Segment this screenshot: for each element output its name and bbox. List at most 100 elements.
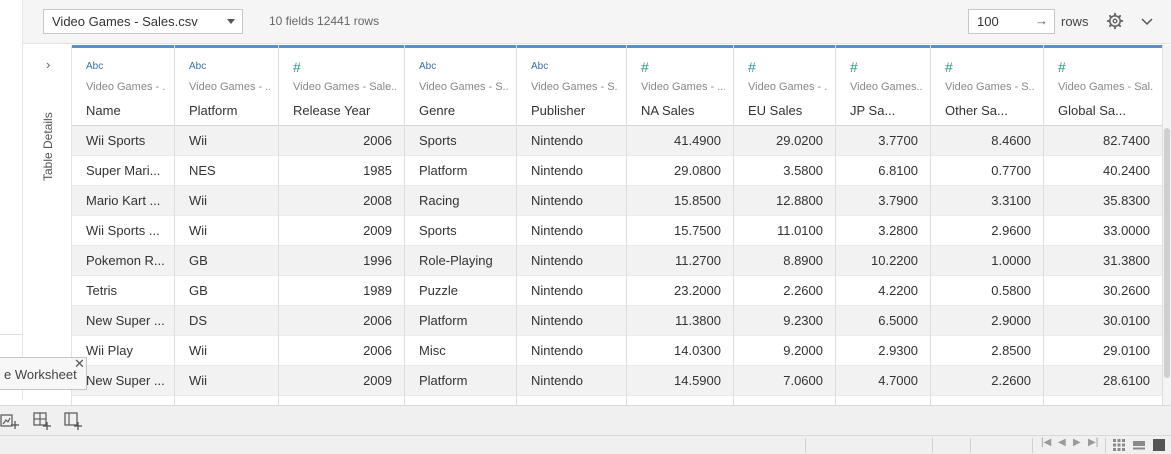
new-worksheet-icon[interactable]	[0, 411, 20, 431]
column-name[interactable]: Platform	[189, 103, 270, 118]
table-cell[interactable]: 2009	[279, 366, 404, 396]
column-header[interactable]: Abc Video Games - S... Publisher	[517, 48, 626, 126]
table-cell[interactable]: Puzzle	[405, 276, 516, 306]
prev-page-icon[interactable]: ◀	[1058, 437, 1066, 448]
table-cell[interactable]: Pokemon R...	[72, 246, 174, 276]
table-cell[interactable]: Nintendo	[517, 186, 626, 216]
table-cell[interactable]: Racing	[405, 186, 516, 216]
table-cell[interactable]: NES	[175, 156, 278, 186]
table-cell[interactable]: 2.2600	[734, 276, 835, 306]
string-type-icon[interactable]: Abc	[419, 61, 436, 72]
table-cell[interactable]: 14.0300	[627, 336, 733, 366]
scrollbar-thumb[interactable]	[1164, 128, 1170, 378]
table-cell[interactable]: 11.3800	[627, 306, 733, 336]
last-page-icon[interactable]: ▶|	[1088, 437, 1098, 448]
table-cell[interactable]: 2009	[279, 216, 404, 246]
column-name[interactable]: Release Year	[293, 103, 396, 118]
table-cell[interactable]: 40.2400	[1044, 156, 1162, 186]
table-cell[interactable]: 1989	[279, 276, 404, 306]
table-cell[interactable]: 15.8500	[627, 186, 733, 216]
table-cell[interactable]: 3.7700	[836, 126, 930, 156]
table-cell[interactable]: 14.5900	[627, 366, 733, 396]
table-cell[interactable]: 12.8800	[734, 186, 835, 216]
table-cell[interactable]: 4.2200	[836, 276, 930, 306]
rows-count-input[interactable]: 100 →	[968, 9, 1055, 34]
chevron-right-icon[interactable]: ›	[46, 57, 50, 72]
table-cell[interactable]: Wii	[175, 186, 278, 216]
table-cell[interactable]: Nintendo	[517, 246, 626, 276]
grid-view-icon[interactable]	[1113, 439, 1125, 451]
column-header[interactable]: Abc Video Games - ... Platform	[175, 48, 278, 126]
table-cell[interactable]: 28.6100	[1044, 366, 1162, 396]
table-cell[interactable]: 0.5800	[931, 276, 1043, 306]
column-name[interactable]: EU Sales	[748, 103, 827, 118]
table-cell[interactable]: 35.8300	[1044, 186, 1162, 216]
table-cell[interactable]: 8.4600	[931, 126, 1043, 156]
column-header[interactable]: # Video Games - S... Other Sa...	[931, 48, 1043, 126]
number-type-icon[interactable]: #	[293, 59, 301, 75]
table-cell[interactable]: Tetris	[72, 276, 174, 306]
table-cell[interactable]: Wii Sports	[72, 126, 174, 156]
table-cell[interactable]: Nintendo	[517, 156, 626, 186]
table-cell[interactable]: 30.0100	[1044, 306, 1162, 336]
table-cell[interactable]: Mario Kart ...	[72, 186, 174, 216]
table-cell[interactable]: Sports	[405, 126, 516, 156]
table-cell[interactable]: 30.2600	[1044, 276, 1162, 306]
table-cell[interactable]: New Super ...	[72, 306, 174, 336]
table-cell[interactable]: 2.2600	[931, 366, 1043, 396]
column-name[interactable]: NA Sales	[641, 103, 725, 118]
table-cell[interactable]: GB	[175, 246, 278, 276]
table-cell[interactable]: 29.0800	[627, 156, 733, 186]
table-cell[interactable]: Wii	[175, 336, 278, 366]
table-cell[interactable]: 29.0100	[1044, 336, 1162, 366]
table-cell[interactable]: 6.5000	[836, 306, 930, 336]
number-type-icon[interactable]: #	[748, 59, 756, 75]
filmstrip-view-icon[interactable]	[1133, 439, 1145, 451]
string-type-icon[interactable]: Abc	[189, 61, 206, 72]
table-cell[interactable]: 3.2800	[836, 216, 930, 246]
number-type-icon[interactable]: #	[641, 59, 649, 75]
table-cell[interactable]: Nintendo	[517, 306, 626, 336]
table-cell[interactable]: 2.9300	[836, 336, 930, 366]
vertical-scrollbar[interactable]	[1163, 45, 1171, 405]
table-cell[interactable]: Nintendo	[517, 336, 626, 366]
table-cell[interactable]: 9.2000	[734, 336, 835, 366]
table-cell[interactable]: 23.2000	[627, 276, 733, 306]
table-cell[interactable]: 82.7400	[1044, 126, 1162, 156]
table-cell[interactable]: Nintendo	[517, 216, 626, 246]
table-cell[interactable]: 1996	[279, 246, 404, 276]
table-cell[interactable]: 31.3800	[1044, 246, 1162, 276]
table-cell[interactable]: GB	[175, 276, 278, 306]
table-cell[interactable]: 6.8100	[836, 156, 930, 186]
table-cell[interactable]: 2008	[279, 186, 404, 216]
column-name[interactable]: Other Sa...	[945, 103, 1035, 118]
table-cell[interactable]: 8.8900	[734, 246, 835, 276]
column-header[interactable]: # Video Games... JP Sa...	[836, 48, 930, 126]
table-cell[interactable]: 3.3100	[931, 186, 1043, 216]
new-dashboard-icon[interactable]	[32, 411, 52, 431]
table-cell[interactable]: Sports	[405, 216, 516, 246]
table-cell[interactable]: 7.0600	[734, 366, 835, 396]
table-cell[interactable]: Platform	[405, 306, 516, 336]
table-cell[interactable]: Wii Play	[72, 336, 174, 366]
table-cell[interactable]: 2006	[279, 126, 404, 156]
table-cell[interactable]: 2.9600	[931, 216, 1043, 246]
table-cell[interactable]: Wii Sports ...	[72, 216, 174, 246]
table-cell[interactable]: 15.7500	[627, 216, 733, 246]
number-type-icon[interactable]: #	[1058, 59, 1066, 75]
table-cell[interactable]: Wii	[175, 216, 278, 246]
first-page-icon[interactable]: |◀	[1041, 437, 1051, 448]
table-cell[interactable]: 3.5800	[734, 156, 835, 186]
table-cell[interactable]: 2.8500	[931, 336, 1043, 366]
column-header[interactable]: # Video Games - Sale... Release Year	[279, 48, 404, 126]
column-header[interactable]: Abc Video Games - S... Genre	[405, 48, 516, 126]
string-type-icon[interactable]: Abc	[86, 61, 103, 72]
close-icon[interactable]: ✕	[74, 356, 85, 372]
chevron-down-icon[interactable]	[1138, 12, 1156, 30]
single-view-icon[interactable]	[1153, 439, 1165, 451]
table-cell[interactable]: 4.7000	[836, 366, 930, 396]
column-header[interactable]: Abc Video Games - ... Name	[72, 48, 174, 126]
column-name[interactable]: Name	[86, 103, 166, 118]
table-cell[interactable]: 33.0000	[1044, 216, 1162, 246]
table-cell[interactable]: 29.0200	[734, 126, 835, 156]
